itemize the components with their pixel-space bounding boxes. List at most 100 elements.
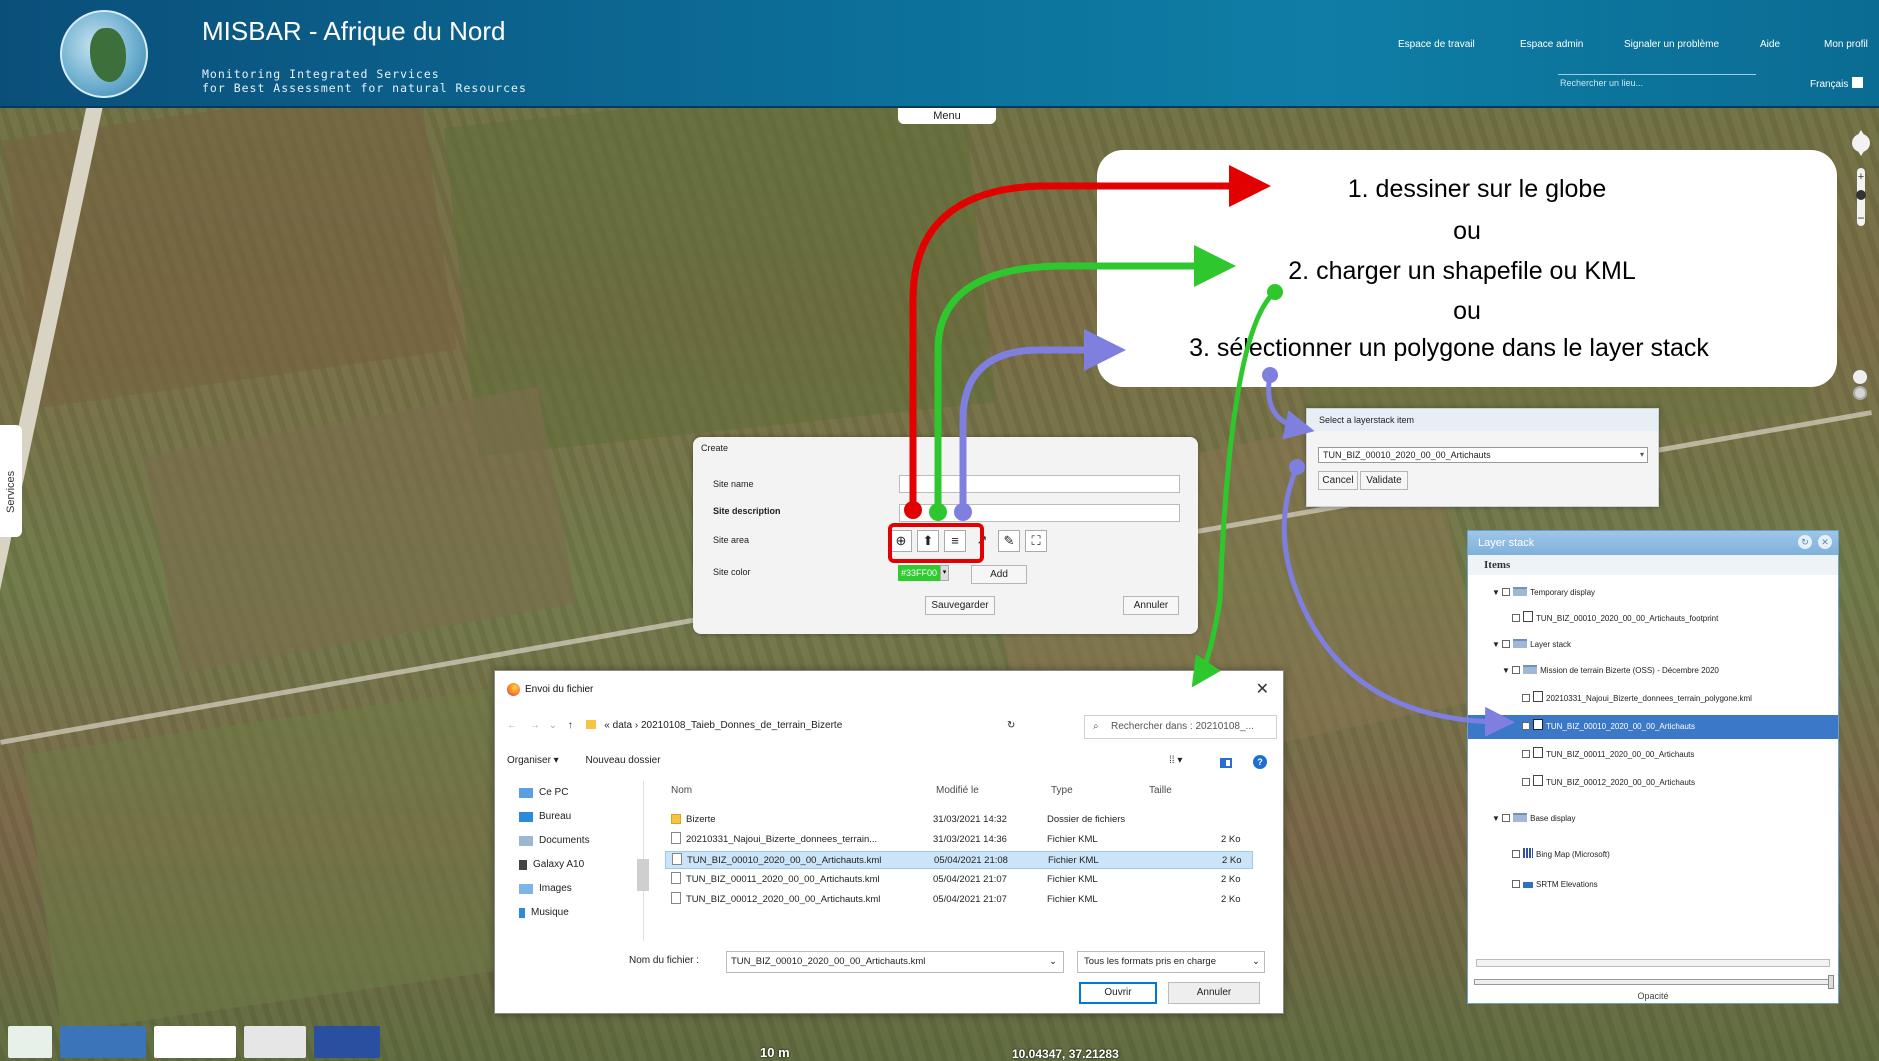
- nav-help-link[interactable]: Aide: [1760, 39, 1780, 50]
- instruction-callout: 1. dessiner sur le globe ou 2. charger u…: [1097, 150, 1837, 387]
- place-search-input[interactable]: [1560, 76, 1756, 90]
- forward-icon[interactable]: →: [530, 720, 540, 731]
- file-row[interactable]: TUN_BIZ_00011_2020_00_00_Artichauts.kml …: [665, 871, 1253, 889]
- items-header: Items: [1468, 555, 1838, 575]
- horizontal-scrollbar[interactable]: [1476, 959, 1830, 967]
- language-selector[interactable]: Français: [1810, 77, 1864, 90]
- add-button[interactable]: Add: [971, 565, 1027, 584]
- expand-icon[interactable]: ▼: [1502, 666, 1512, 675]
- checkbox[interactable]: [1502, 814, 1511, 822]
- misbar-logo[interactable]: [60, 10, 148, 98]
- file-row[interactable]: 20210331_Najoui_Bizerte_donnees_terrain.…: [665, 831, 1253, 849]
- column-size[interactable]: Taille: [1149, 785, 1172, 796]
- expand-icon[interactable]: ▼: [1492, 814, 1502, 823]
- address-bar[interactable]: ← → ⌄ ↑ « data › 20210108_Taieb_Donnes_d…: [507, 715, 1037, 737]
- expand-icon[interactable]: ▼: [1492, 588, 1502, 597]
- checkbox[interactable]: [1522, 694, 1530, 702]
- tree-item-music[interactable]: Musique: [519, 901, 639, 925]
- folder-search-input[interactable]: ⌕ Rechercher dans : 20210108_...: [1084, 715, 1277, 739]
- opacity-slider-handle[interactable]: [1828, 975, 1834, 989]
- column-type[interactable]: Type: [1051, 785, 1073, 796]
- tree-item-galaxy[interactable]: Galaxy A10: [519, 853, 639, 877]
- services-tab[interactable]: Services: [0, 425, 22, 537]
- site-description-label: Site description: [713, 506, 781, 516]
- tree-item-desktop[interactable]: Bureau: [519, 805, 639, 829]
- layer-item[interactable]: TUN_BIZ_00010_2020_00_00_Artichauts_foot…: [1468, 607, 1838, 631]
- checkbox[interactable]: [1512, 614, 1520, 622]
- chevron-down-icon[interactable]: ⌄: [1049, 952, 1057, 972]
- tree-item-images[interactable]: Images: [519, 877, 639, 901]
- close-icon[interactable]: ✕: [1256, 679, 1269, 699]
- view-options-icon[interactable]: ⁞⁞ ▾: [1169, 755, 1182, 766]
- opacity-slider[interactable]: [1474, 979, 1832, 985]
- file-modified: 05/04/2021 21:07: [933, 874, 1007, 885]
- checkbox[interactable]: [1522, 778, 1530, 786]
- new-folder-button[interactable]: Nouveau dossier: [586, 755, 661, 766]
- globe-navigation-control[interactable]: + −: [1848, 130, 1874, 240]
- file-row[interactable]: Bizerte 31/03/2021 14:32 Dossier de fich…: [665, 811, 1253, 829]
- checkbox[interactable]: [1522, 722, 1530, 730]
- checkbox[interactable]: [1512, 850, 1520, 858]
- file-row-selected[interactable]: TUN_BIZ_00010_2020_00_00_Artichauts.kml …: [665, 851, 1253, 869]
- cancel-button[interactable]: Annuler: [1123, 596, 1179, 615]
- close-icon[interactable]: ✕: [1818, 535, 1832, 549]
- edit-icon[interactable]: ✎: [998, 530, 1020, 552]
- tree-scrollbar[interactable]: [637, 859, 649, 891]
- file-type-filter[interactable]: Tous les formats pris en charge ⌄: [1077, 951, 1265, 973]
- opacity-label: Opacité: [1637, 991, 1669, 1001]
- column-modified[interactable]: Modifié le: [936, 785, 979, 796]
- chevron-down-icon[interactable]: ▾: [940, 565, 949, 581]
- callout-step-1: 1. dessiner sur le globe: [1347, 175, 1607, 203]
- checkbox[interactable]: [1512, 880, 1520, 888]
- tree-label: Documents: [539, 835, 590, 846]
- expand-icon[interactable]: ▼: [1492, 640, 1502, 649]
- help-icon[interactable]: ?: [1253, 755, 1267, 769]
- up-icon[interactable]: ↑: [568, 720, 573, 731]
- nav-workspace-link[interactable]: Espace de travail: [1398, 39, 1475, 50]
- filename-input[interactable]: TUN_BIZ_00010_2020_00_00_Artichauts.kml ⌄: [726, 951, 1064, 973]
- cancel-button[interactable]: Annuler: [1168, 982, 1260, 1004]
- layer-item[interactable]: 20210331_Najoui_Bizerte_donnees_terrain_…: [1468, 687, 1838, 711]
- cancel-button[interactable]: Cancel: [1318, 471, 1358, 490]
- checkbox[interactable]: [1512, 666, 1521, 674]
- tilt-control-icon[interactable]: [1853, 370, 1867, 384]
- fullscreen-icon[interactable]: ⛶: [1025, 530, 1047, 552]
- layer-item[interactable]: SRTM Elevations: [1468, 873, 1838, 897]
- callout-step-3: 3. sélectionner un polygone dans le laye…: [1189, 334, 1709, 362]
- tree-item-this-pc[interactable]: Ce PC: [519, 781, 639, 805]
- layerstack-item-select[interactable]: TUN_BIZ_00010_2020_00_00_Artichauts ▾: [1318, 447, 1648, 463]
- site-name-input[interactable]: [899, 475, 1180, 493]
- open-button[interactable]: Ouvrir: [1079, 982, 1157, 1004]
- layer-group-temporary[interactable]: ▼ Temporary display: [1468, 581, 1838, 605]
- preview-pane-icon[interactable]: [1220, 758, 1232, 768]
- menu-tab[interactable]: Menu: [898, 108, 996, 124]
- file-row[interactable]: TUN_BIZ_00012_2020_00_00_Artichauts.kml …: [665, 891, 1253, 909]
- layer-item[interactable]: TUN_BIZ_00012_2020_00_00_Artichauts: [1468, 771, 1838, 795]
- checkbox[interactable]: [1502, 640, 1511, 648]
- organize-menu[interactable]: Organiser ▾: [507, 755, 559, 766]
- refresh-icon[interactable]: ↻: [1798, 535, 1812, 549]
- chevron-down-icon[interactable]: ⌄: [549, 720, 557, 731]
- nav-profile-link[interactable]: Mon profil: [1824, 39, 1868, 50]
- layer-item[interactable]: TUN_BIZ_00011_2020_00_00_Artichauts: [1468, 743, 1838, 767]
- view-3d-icon[interactable]: [1853, 386, 1867, 400]
- checkbox[interactable]: [1522, 750, 1530, 758]
- layer-item[interactable]: Bing Map (Microsoft): [1468, 843, 1838, 867]
- back-icon[interactable]: ←: [507, 720, 517, 731]
- layer-group-base[interactable]: ▼ Base display: [1468, 807, 1838, 831]
- validate-button[interactable]: Validate: [1360, 471, 1408, 490]
- checkbox[interactable]: [1502, 588, 1511, 596]
- refresh-icon[interactable]: ↻: [1007, 715, 1015, 737]
- tree-label: Musique: [531, 907, 569, 918]
- layer-group-stack[interactable]: ▼ Layer stack: [1468, 633, 1838, 657]
- nav-report-problem-link[interactable]: Signaler un problème: [1624, 39, 1719, 50]
- tree-item-documents[interactable]: Documents: [519, 829, 639, 853]
- layer-item-selected[interactable]: TUN_BIZ_00010_2020_00_00_Artichauts: [1468, 715, 1838, 739]
- site-color-picker[interactable]: #33FF00: [898, 565, 940, 581]
- nav-admin-link[interactable]: Espace admin: [1520, 39, 1583, 50]
- site-description-input[interactable]: [899, 504, 1180, 522]
- callout-or: ou: [1453, 217, 1481, 245]
- save-button[interactable]: Sauvegarder: [925, 596, 995, 615]
- column-name[interactable]: Nom: [671, 785, 692, 796]
- layer-group-mission[interactable]: ▼ Mission de terrain Bizerte (OSS) - Déc…: [1468, 659, 1838, 683]
